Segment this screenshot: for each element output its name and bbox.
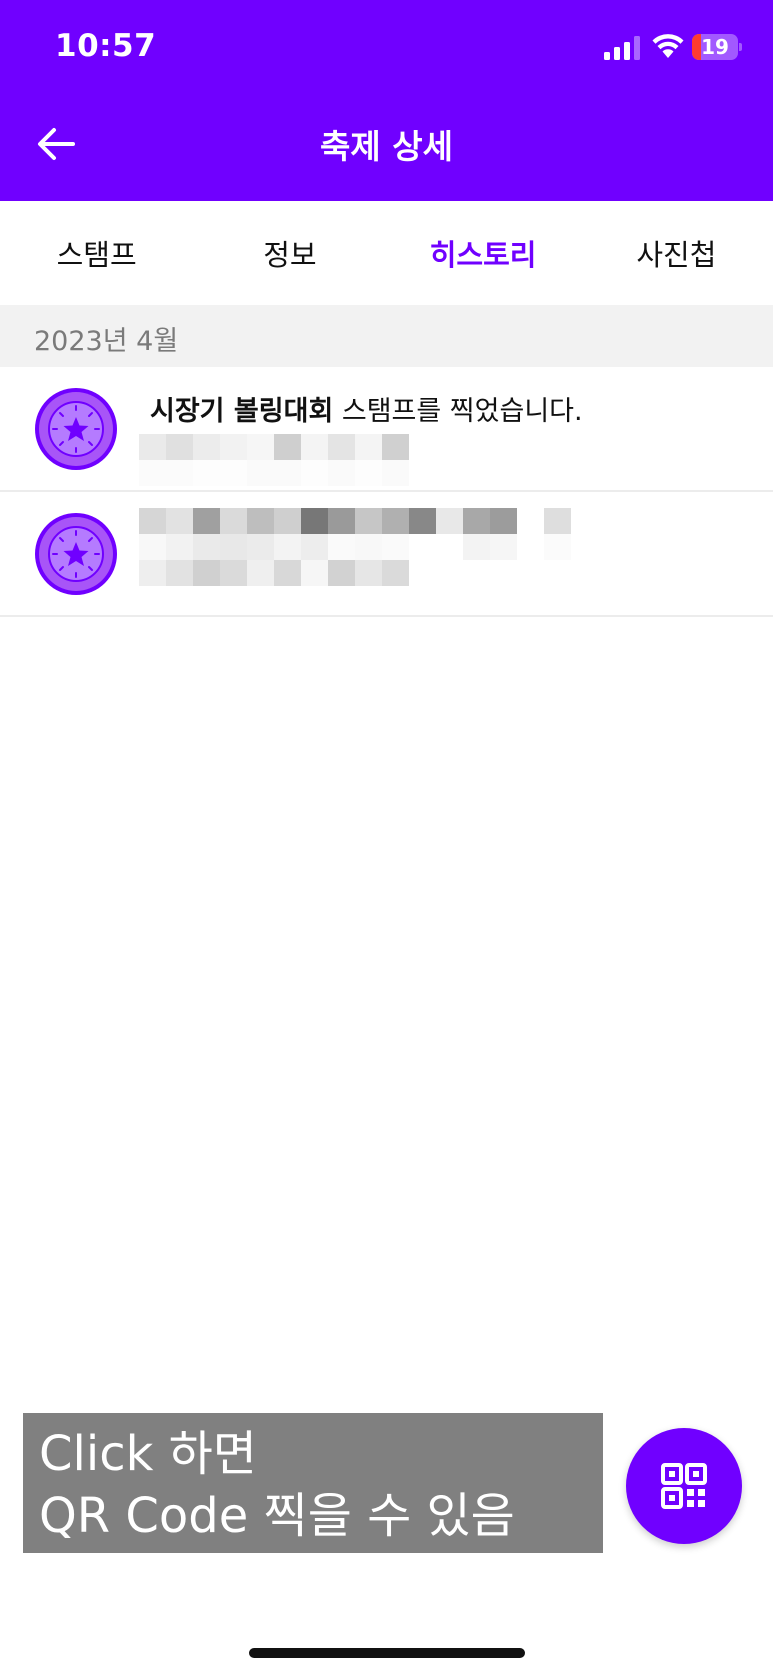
page-title: 축제 상세 — [320, 127, 453, 166]
tab-stamp[interactable]: 스탬프 — [0, 201, 193, 305]
stamp-badge-icon — [35, 513, 117, 595]
status-time: 10:57 — [55, 28, 157, 64]
tab-photo-album[interactable]: 사진첩 — [580, 201, 773, 305]
wifi-icon — [652, 34, 684, 58]
cellular-signal-icon — [604, 36, 640, 60]
redacted-content — [139, 434, 409, 486]
stamp-badge-icon — [35, 388, 117, 470]
nav-bar: 축제 상세 — [0, 100, 773, 192]
history-item[interactable]: 시장기 볼링대회 스탬프를 찍었습니다. — [0, 367, 773, 492]
status-bar: 10:57 19 — [0, 0, 773, 95]
history-item[interactable] — [0, 492, 773, 617]
instruction-caption: Click 하면 QR Code 찍을 수 있음 — [23, 1413, 603, 1553]
history-item-message: 스탬프를 찍었습니다. — [333, 396, 583, 427]
tab-bar: 스탬프 정보 히스토리 사진첩 — [0, 201, 773, 305]
month-section-header: 2023년 4월 — [0, 305, 773, 367]
redacted-content — [139, 508, 598, 586]
home-indicator — [249, 1648, 525, 1658]
month-label: 2023년 4월 — [34, 326, 179, 357]
history-item-event-name: 시장기 볼링대회 — [150, 396, 334, 427]
qr-scan-button[interactable] — [626, 1428, 742, 1544]
caption-line-1: Click 하면 — [39, 1426, 257, 1482]
battery-icon: 19 — [692, 34, 742, 60]
tab-history[interactable]: 히스토리 — [387, 201, 580, 305]
caption-line-2: QR Code 찍을 수 있음 — [39, 1488, 515, 1544]
app-header: 10:57 19 축제 상세 — [0, 0, 773, 201]
qr-code-icon — [661, 1463, 707, 1509]
history-item-text: 시장기 볼링대회 스탬프를 찍었습니다. — [150, 389, 583, 428]
history-list: 시장기 볼링대회 스탬프를 찍었습니다. — [0, 367, 773, 617]
tab-info[interactable]: 정보 — [193, 201, 386, 305]
battery-level: 19 — [701, 35, 729, 59]
